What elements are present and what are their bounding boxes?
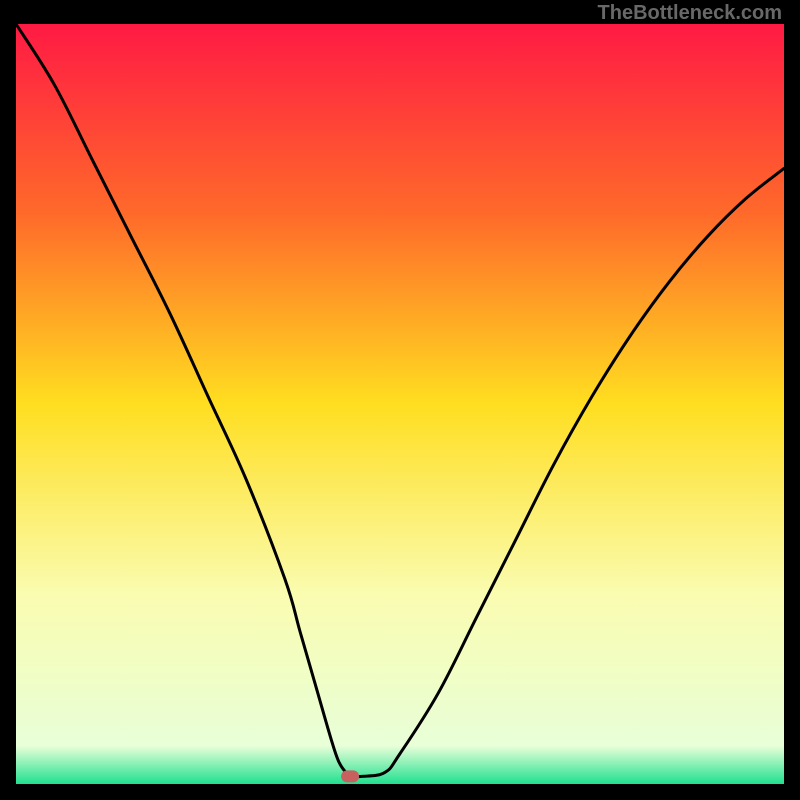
chart-svg [16,24,784,784]
chart-background [16,24,784,784]
watermark-text: TheBottleneck.com [598,2,782,25]
optimal-point-marker [341,770,359,782]
chart-container: TheBottleneck.com [0,0,800,800]
plot-area [16,24,784,784]
